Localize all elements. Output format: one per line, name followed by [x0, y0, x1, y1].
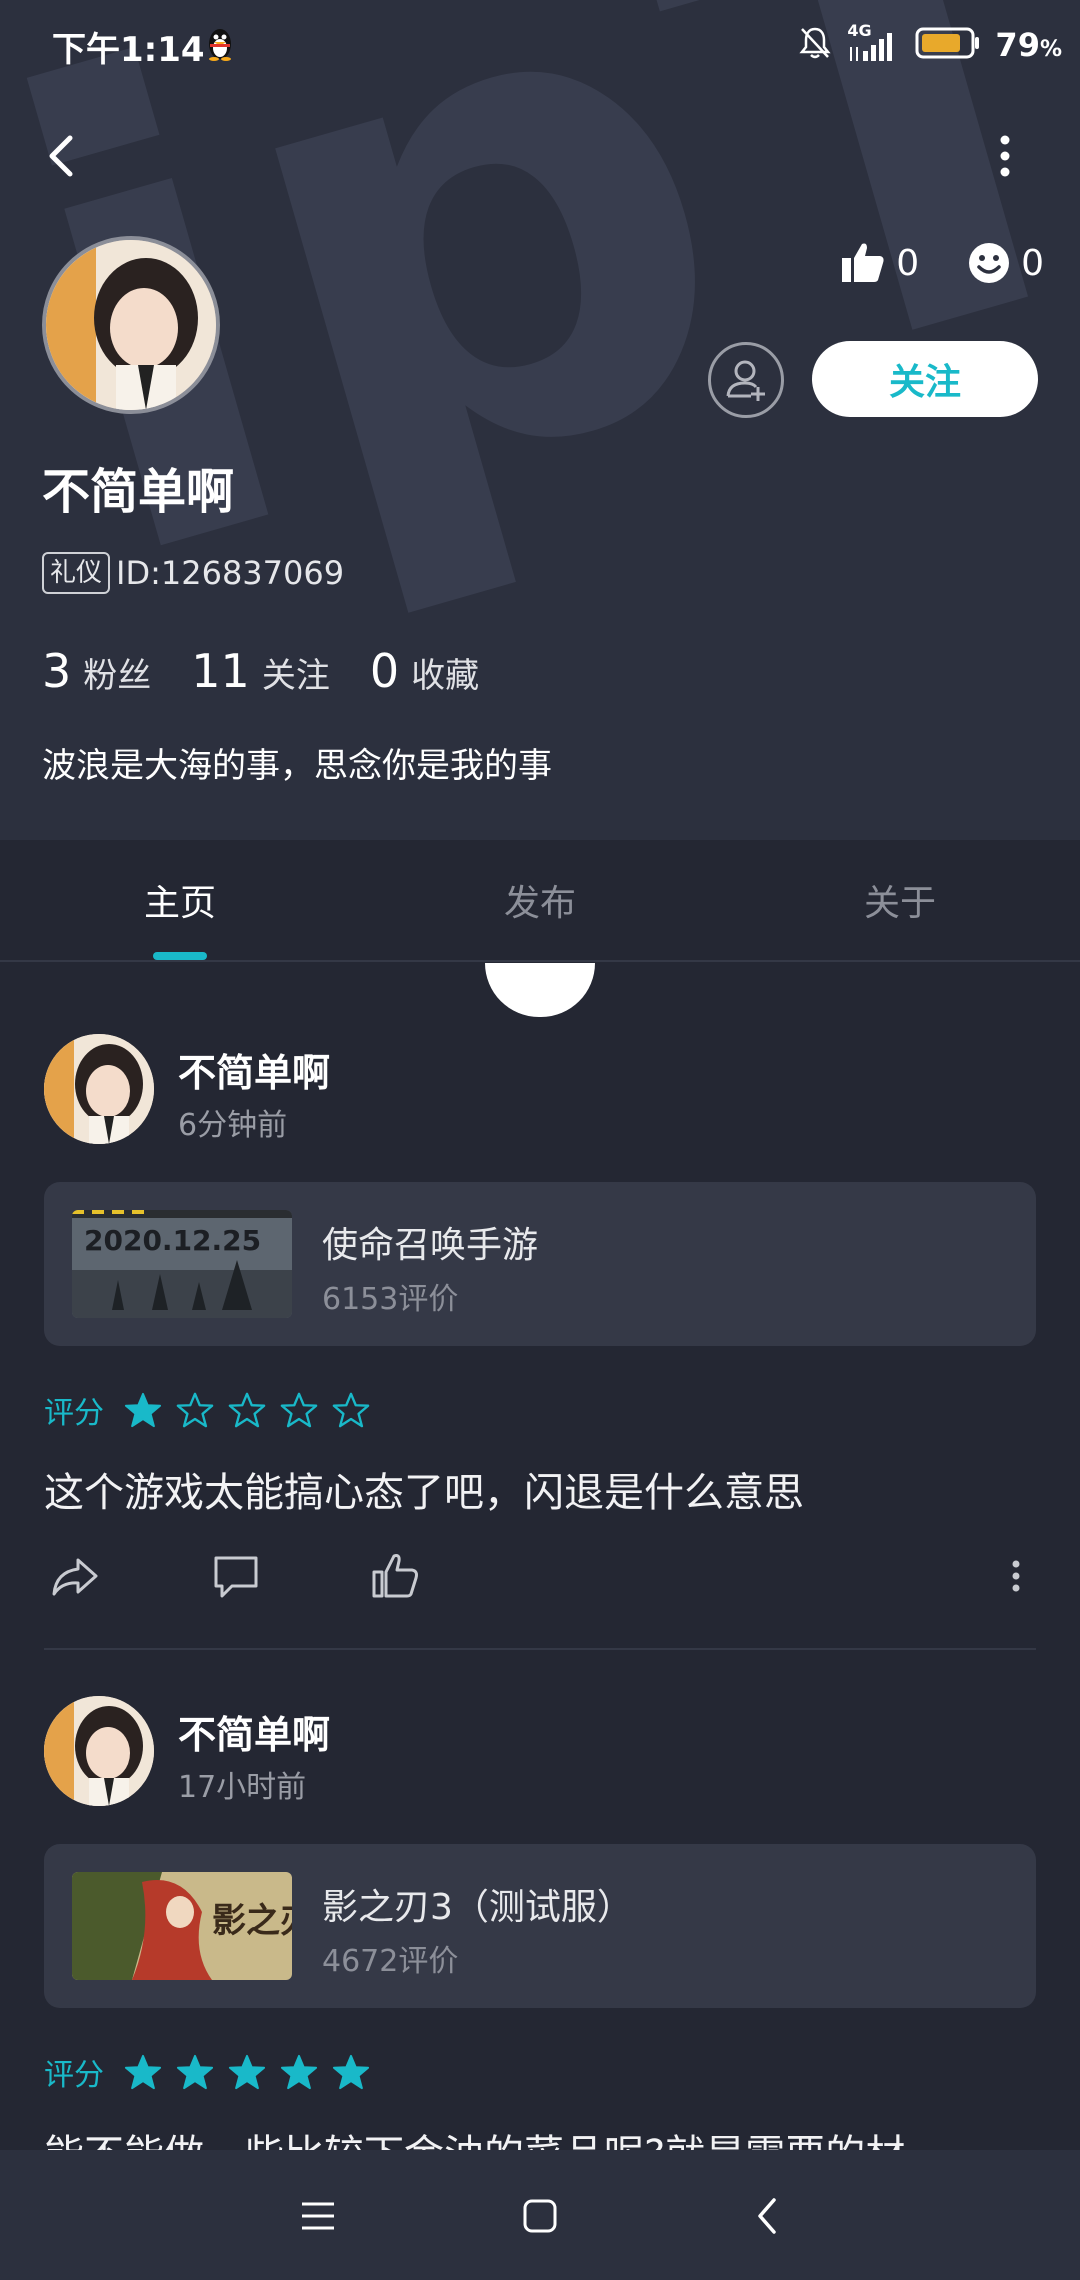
- reaction-counters: 0 0: [840, 240, 1044, 286]
- followers-stat[interactable]: 3 粉丝: [42, 644, 151, 698]
- user-badge: 礼仪: [42, 552, 111, 594]
- smile-counter[interactable]: 0: [967, 241, 1044, 285]
- game-thumbnail: 影之刃: [72, 1872, 292, 1980]
- like-counter[interactable]: 0: [840, 240, 919, 286]
- favorites-stat[interactable]: 0 收藏: [370, 644, 479, 698]
- star-outline-icon: [176, 1392, 214, 1428]
- battery-percent: 79%: [995, 26, 1062, 64]
- svg-text:2020.12.25: 2020.12.25: [84, 1224, 261, 1257]
- mute-bell-icon: [797, 25, 833, 65]
- divider: [44, 1648, 1036, 1650]
- battery-icon: [915, 26, 981, 64]
- avatar[interactable]: [44, 1034, 154, 1144]
- smile-icon: [969, 243, 1010, 283]
- star-outline-icon: [332, 1392, 370, 1428]
- home-icon[interactable]: [512, 2188, 568, 2244]
- star-filled-icon: [124, 2054, 162, 2090]
- user-id: ID:126837069: [116, 554, 345, 592]
- thumbs-up-icon: [842, 243, 884, 282]
- more-options-icon[interactable]: [988, 1548, 1044, 1604]
- post-time: 6分钟前: [178, 1108, 288, 1143]
- svg-text:影之刃: 影之刃: [212, 1901, 292, 1941]
- following-count: 11: [191, 644, 250, 698]
- qq-penguin-icon: [205, 26, 235, 62]
- post-author[interactable]: 不简单啊: [178, 1704, 330, 1759]
- menu-icon[interactable]: [290, 2188, 346, 2244]
- add-friend-button[interactable]: [708, 342, 784, 418]
- game-thumbnail: 2020.12.25: [72, 1210, 292, 1318]
- avatar[interactable]: [44, 1696, 154, 1806]
- post-text[interactable]: 这个游戏太能搞心态了吧，闪退是什么意思: [44, 1460, 804, 1518]
- star-filled-icon: [228, 2054, 266, 2090]
- back-button[interactable]: [36, 128, 92, 184]
- profile-bio: 波浪是大海的事，思念你是我的事: [42, 746, 552, 786]
- profile-header: ipTa 下午1:14 4G 79% 0 0 关注 不简单啊 礼仪 ID:126…: [0, 0, 1080, 840]
- profile-name: 不简单啊: [42, 464, 235, 520]
- follow-button[interactable]: 关注: [812, 341, 1038, 417]
- star-filled-icon: [280, 2054, 318, 2090]
- star-outline-icon: [280, 1392, 318, 1428]
- star-filled-icon: [176, 2054, 214, 2090]
- star-filled-icon: [124, 1392, 162, 1428]
- profile-stats: 3 粉丝 11 关注 0 收藏: [42, 644, 479, 698]
- star-filled-icon: [332, 2054, 370, 2090]
- favorites-count: 0: [369, 644, 400, 698]
- game-reviews: 6153评价: [322, 1282, 459, 1317]
- post-time: 17小时前: [178, 1770, 307, 1805]
- post-actions: [44, 1548, 1036, 1608]
- signal-icon: 4G: [847, 21, 901, 65]
- game-reviews: 4672评价: [322, 1944, 459, 1979]
- post-text[interactable]: 能不能做一些比较下金油的菜品呢?就是需要的材: [44, 2122, 905, 2150]
- back-icon[interactable]: [740, 2188, 796, 2244]
- following-stat[interactable]: 11 关注: [191, 644, 330, 698]
- rating: 评分: [44, 1388, 370, 1432]
- followers-label: 粉丝: [83, 656, 152, 696]
- comment-icon[interactable]: [208, 1548, 264, 1604]
- active-tab-indicator: [153, 952, 207, 960]
- add-user-icon: [726, 360, 765, 401]
- game-name: 使命召唤手游: [322, 1225, 539, 1266]
- feed: 不简单啊 6分钟前 2020.12.25 使命召唤手游 6153评价 评分 这个…: [0, 990, 1080, 2150]
- tab-home[interactable]: 主页: [0, 840, 360, 960]
- profile-tabs: 主页 发布 关于: [0, 840, 1080, 962]
- rating: 评分: [44, 2050, 370, 2094]
- like-count: 0: [896, 242, 920, 284]
- like-icon[interactable]: [368, 1548, 424, 1604]
- favorites-label: 收藏: [411, 656, 480, 696]
- game-card[interactable]: 2020.12.25 使命召唤手游 6153评价: [44, 1182, 1036, 1346]
- followers-count: 3: [42, 644, 72, 698]
- more-options-button[interactable]: [980, 128, 1036, 184]
- profile-avatar[interactable]: [42, 236, 220, 414]
- share-icon[interactable]: [48, 1548, 104, 1604]
- status-bar: 下午1:14 4G 79%: [0, 0, 1080, 90]
- following-label: 关注: [261, 656, 330, 696]
- star-outline-icon: [228, 1392, 266, 1428]
- rating-label: 评分: [44, 2058, 104, 2093]
- system-nav-bar: [0, 2150, 1080, 2280]
- game-card[interactable]: 影之刃 影之刃3（测试服） 4672评价: [44, 1844, 1036, 2008]
- tab-posts[interactable]: 发布: [360, 840, 720, 960]
- smile-count: 0: [1021, 242, 1044, 284]
- tab-about[interactable]: 关于: [720, 840, 1080, 960]
- status-right: 4G 79%: [797, 20, 1062, 70]
- status-time: 下午1:14: [52, 30, 205, 70]
- post-author[interactable]: 不简单啊: [178, 1042, 330, 1097]
- rating-label: 评分: [44, 1396, 104, 1431]
- game-name: 影之刃3（测试服）: [322, 1887, 633, 1928]
